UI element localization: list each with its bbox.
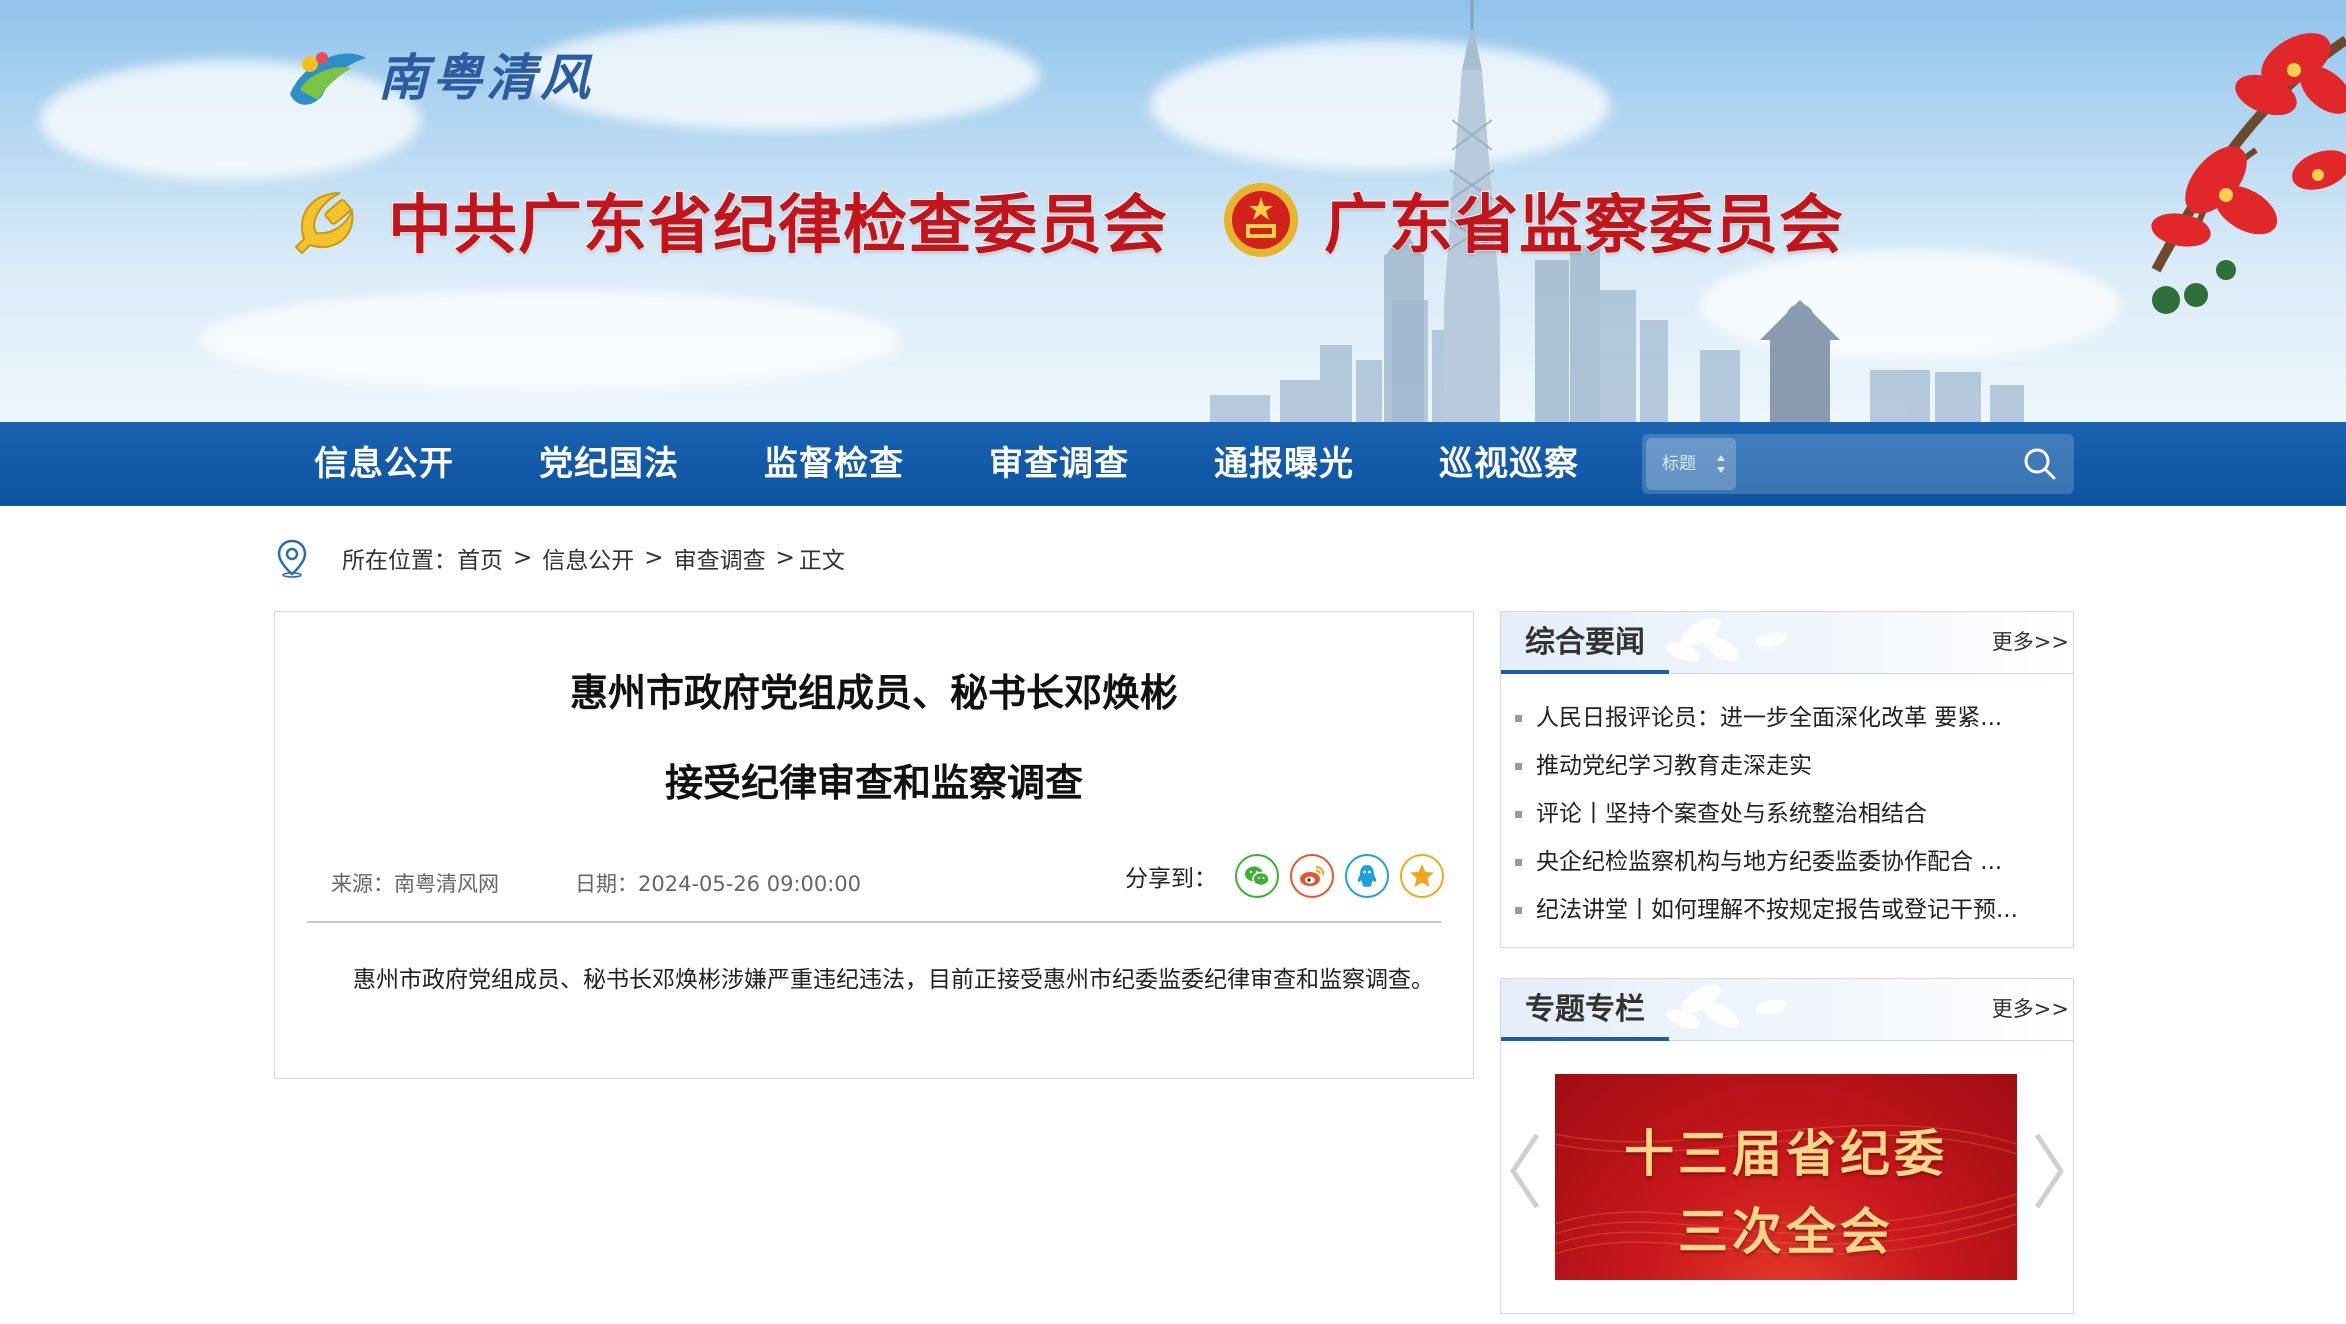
article-title-line1: 惠州市政府党组成员、秘书长邓焕彬 bbox=[569, 671, 1178, 715]
bullet-icon bbox=[1515, 714, 1522, 722]
article-title-line2: 接受纪律审查和监察调查 bbox=[664, 761, 1083, 805]
location-pin-icon bbox=[277, 539, 307, 578]
party-emblem-icon bbox=[294, 192, 354, 255]
breadcrumb-investigation[interactable]: 审查调查 bbox=[674, 541, 766, 575]
share-qq-button[interactable] bbox=[1345, 854, 1389, 898]
search-button[interactable] bbox=[2010, 438, 2070, 490]
search-field-select[interactable]: 标题 bbox=[1646, 438, 1736, 490]
breadcrumb: 所在位置： 首页 > 信息公开 > 审查调查 > 正文 bbox=[276, 536, 845, 580]
panel-title-underline bbox=[1501, 1037, 1669, 1041]
news-item[interactable]: 央企纪检监察机构与地方纪委监委协作配合 ... bbox=[1511, 838, 2067, 886]
breadcrumb-prefix: 所在位置： bbox=[342, 548, 457, 574]
kapok-watermark-icon bbox=[1665, 985, 1787, 1029]
topic-banner-line1: 十三届省纪委 bbox=[1624, 1124, 1948, 1183]
news-item-text: 评论丨坚持个案查处与系统整治相结合 bbox=[1536, 801, 1927, 827]
article-body: 惠州市政府党组成员、秘书长邓焕彬涉嫌严重违纪违法，目前正接受惠州市纪委监委纪律审… bbox=[353, 967, 1434, 993]
breadcrumb-separator: > bbox=[775, 545, 795, 571]
kapok-flowers-illustration bbox=[2151, 33, 2346, 314]
article-source: 来源：南粤清风网 bbox=[331, 872, 499, 896]
search-box: 标题 bbox=[1642, 434, 2074, 494]
share-wechat-button[interactable] bbox=[1235, 854, 1279, 898]
news-item[interactable]: 人民日报评论员：进一步全面深化改革 要紧... bbox=[1511, 694, 2067, 742]
news-item[interactable]: 纪法讲堂丨如何理解不按规定报告或登记干预... bbox=[1511, 886, 2067, 934]
site-banner: 南粤清风 中共广东省纪律检查委员会 广东省监察委员会 bbox=[0, 0, 2346, 422]
topics-more-link[interactable]: 更多>> bbox=[1992, 979, 2069, 1041]
title-party-committee: 中共广东省纪律检查委员会 bbox=[387, 188, 1168, 264]
wechat-icon bbox=[1245, 866, 1270, 887]
kapok-logo-icon bbox=[290, 52, 366, 105]
news-list: 人民日报评论员：进一步全面深化改革 要紧... 推动党纪学习教育走深走实 评论丨… bbox=[1511, 694, 2067, 934]
search-select-value: 标题 bbox=[1662, 454, 1696, 474]
breadcrumb-current: 正文 bbox=[798, 548, 845, 574]
bullet-icon bbox=[1515, 858, 1522, 866]
slider-next-icon[interactable] bbox=[2029, 1131, 2069, 1211]
news-item-text: 央企纪检监察机构与地方纪委监委协作配合 ... bbox=[1536, 849, 2003, 875]
news-item-text: 推动党纪学习教育走深走实 bbox=[1536, 753, 1812, 779]
topics-panel-title: 专题专栏 bbox=[1525, 992, 1645, 1027]
topic-banner-line2: 三次全会 bbox=[1678, 1202, 1894, 1261]
search-icon bbox=[2024, 448, 2056, 480]
qzone-icon bbox=[1410, 864, 1434, 887]
news-panel: 综合要闻 更多>> 人民日报评论员：进一步全面深化改革 要紧... 推动党纪学习… bbox=[1500, 611, 2074, 948]
nav-item-supervision[interactable]: 监督检查 bbox=[764, 422, 989, 506]
topics-panel-header: 专题专栏 更多>> bbox=[1501, 979, 2073, 1041]
topics-panel: 专题专栏 更多>> 十三届省纪委 三次全会 bbox=[1500, 978, 2074, 1314]
nav-item-party-discipline[interactable]: 党纪国法 bbox=[539, 422, 764, 506]
nav-item-inspection[interactable]: 巡视巡察 bbox=[1439, 422, 1664, 506]
article-divider bbox=[307, 921, 1441, 923]
weibo-icon bbox=[1300, 866, 1325, 886]
news-item-text: 人民日报评论员：进一步全面深化改革 要紧... bbox=[1536, 705, 2003, 731]
breadcrumb-home[interactable]: 首页 bbox=[457, 541, 503, 575]
title-supervision-commission: 广东省监察委员会 bbox=[1323, 188, 1844, 264]
nav-item-investigation[interactable]: 审查调查 bbox=[989, 422, 1214, 506]
news-panel-title: 综合要闻 bbox=[1525, 625, 1645, 660]
qq-icon bbox=[1357, 865, 1377, 887]
slider-prev-icon[interactable] bbox=[1505, 1131, 1545, 1211]
breadcrumb-info-disclosure[interactable]: 信息公开 bbox=[542, 541, 634, 575]
news-more-link[interactable]: 更多>> bbox=[1992, 612, 2069, 674]
national-emblem-icon bbox=[1224, 183, 1298, 257]
breadcrumb-separator: > bbox=[513, 545, 533, 571]
article-panel: 惠州市政府党组成员、秘书长邓焕彬 接受纪律审查和监察调查 来源：南粤清风网 日期… bbox=[274, 611, 1474, 1079]
news-panel-header: 综合要闻 更多>> bbox=[1501, 612, 2073, 674]
search-input[interactable] bbox=[1742, 438, 2002, 490]
breadcrumb-separator: > bbox=[644, 545, 664, 571]
share-label: 分享到： bbox=[1125, 866, 1217, 892]
select-arrows-icon bbox=[1717, 455, 1725, 473]
bullet-icon bbox=[1515, 810, 1522, 818]
bullet-icon bbox=[1515, 906, 1522, 914]
nav-item-exposure[interactable]: 通报曝光 bbox=[1214, 422, 1439, 506]
share-weibo-button[interactable] bbox=[1290, 854, 1334, 898]
logo-text: 南粤清风 bbox=[378, 48, 594, 107]
topic-banner[interactable]: 十三届省纪委 三次全会 bbox=[1555, 1074, 2017, 1280]
bullet-icon bbox=[1515, 762, 1522, 770]
site-logo[interactable]: 南粤清风 bbox=[282, 34, 594, 114]
kapok-watermark-icon bbox=[1665, 618, 1787, 662]
panel-title-underline bbox=[1501, 670, 1669, 674]
site-title-row: 中共广东省纪律检查委员会 广东省监察委员会 bbox=[282, 168, 1844, 272]
article-meta: 来源：南粤清风网 日期：2024-05-26 09:00:00 bbox=[331, 868, 861, 898]
nav-menu: 信息公开 党纪国法 监督检查 审查调查 通报曝光 巡视巡察 bbox=[314, 422, 1664, 506]
news-item[interactable]: 推动党纪学习教育走深走实 bbox=[1511, 742, 2067, 790]
news-item-text: 纪法讲堂丨如何理解不按规定报告或登记干预... bbox=[1536, 897, 2018, 923]
article-date: 日期：2024-05-26 09:00:00 bbox=[575, 872, 862, 896]
share-qzone-button[interactable] bbox=[1400, 854, 1444, 898]
share-bar: 分享到： bbox=[1125, 854, 1455, 898]
news-item[interactable]: 评论丨坚持个案查处与系统整治相结合 bbox=[1511, 790, 2067, 838]
nav-item-info-disclosure[interactable]: 信息公开 bbox=[314, 422, 539, 506]
